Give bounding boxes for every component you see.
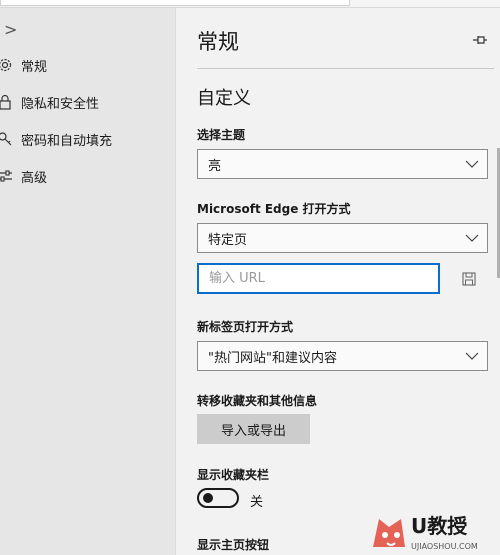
sidebar-item-general[interactable]: 常规 xyxy=(0,50,175,80)
settings-panel: 常规 自定义 选择主题 亮 Microsoft Edge 打开方式 特定页 新标… xyxy=(175,8,500,555)
top-strip xyxy=(0,0,500,8)
sidebar-item-label: 常规 xyxy=(21,59,48,75)
theme-select[interactable]: 亮 xyxy=(197,149,488,179)
sidebar: > 常规 隐私和安全性 密码和自动填充 高级 xyxy=(0,8,175,555)
import-export-button[interactable]: 导入或导出 xyxy=(197,414,310,444)
key-icon xyxy=(0,131,13,147)
lock-icon xyxy=(0,94,13,110)
sidebar-item-advanced[interactable]: 高级 xyxy=(0,161,175,191)
sidebar-item-privacy[interactable]: 隐私和安全性 xyxy=(0,87,175,117)
header-divider xyxy=(197,68,494,69)
open-with-select-value: 特定页 xyxy=(208,232,248,248)
sliders-icon xyxy=(0,168,13,184)
transfer-label: 转移收藏夹和其他信息 xyxy=(197,394,318,408)
toggle-knob xyxy=(203,493,213,503)
gear-icon xyxy=(0,57,13,73)
open-with-select[interactable]: 特定页 xyxy=(197,223,488,253)
chevron-down-icon xyxy=(465,158,479,170)
sidebar-item-label: 高级 xyxy=(21,170,48,186)
page-title: 常规 xyxy=(197,30,239,54)
expand-chevron-icon[interactable]: > xyxy=(4,20,17,39)
theme-label: 选择主题 xyxy=(197,128,246,142)
sidebar-item-label: 隐私和安全性 xyxy=(21,96,100,112)
open-with-label: Microsoft Edge 打开方式 xyxy=(197,202,351,216)
watermark-title: U教授 xyxy=(411,514,468,538)
theme-select-value: 亮 xyxy=(208,158,222,174)
section-title-customize: 自定义 xyxy=(197,88,251,109)
sidebar-item-label: 密码和自动填充 xyxy=(21,133,113,149)
save-icon[interactable] xyxy=(462,271,476,286)
pin-icon[interactable] xyxy=(472,32,488,46)
chevron-down-icon xyxy=(465,350,479,362)
watermark-logo: U教授 UJIAOSHOU.COM xyxy=(365,497,500,555)
favorites-bar-label: 显示收藏夹栏 xyxy=(197,468,270,482)
watermark-url: UJIAOSHOU.COM xyxy=(411,542,478,551)
new-tab-label: 新标签页打开方式 xyxy=(197,320,294,334)
url-input[interactable] xyxy=(197,263,440,294)
favorites-bar-state: 关 xyxy=(250,495,264,510)
new-tab-select[interactable]: "热门网站"和建议内容 xyxy=(197,341,488,371)
address-bar-edge xyxy=(0,0,350,6)
home-button-label: 显示主页按钮 xyxy=(197,538,270,552)
sidebar-item-passwords[interactable]: 密码和自动填充 xyxy=(0,124,175,154)
chevron-down-icon xyxy=(465,232,479,244)
new-tab-select-value: "热门网站"和建议内容 xyxy=(208,350,337,366)
favorites-bar-toggle[interactable] xyxy=(197,488,239,508)
